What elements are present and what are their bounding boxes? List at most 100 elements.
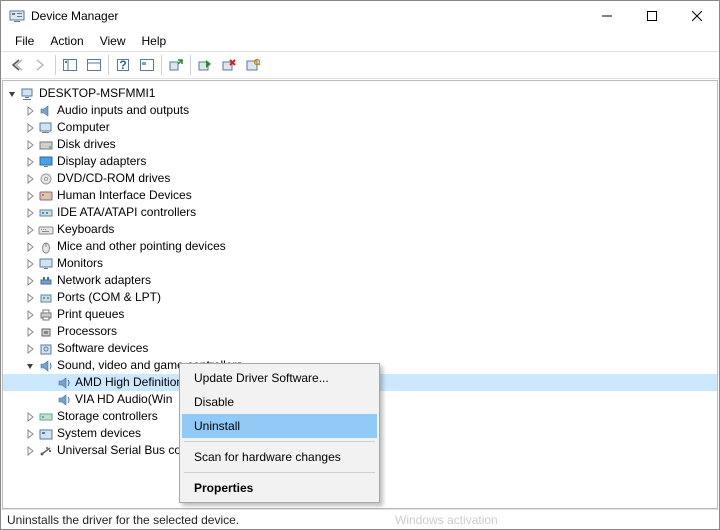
maximize-button[interactable] (629, 1, 674, 31)
enable-device-icon[interactable] (193, 54, 217, 76)
menu-action[interactable]: Action (42, 32, 91, 50)
tree-category[interactable]: Audio inputs and outputs (3, 102, 717, 119)
menu-item-uninstall[interactable]: Uninstall (182, 414, 377, 438)
menu-item-update-driver[interactable]: Update Driver Software... (182, 366, 377, 390)
close-button[interactable] (674, 1, 719, 31)
tree-category[interactable]: Human Interface Devices (3, 187, 717, 204)
collapse-arrow-icon[interactable] (25, 360, 37, 372)
context-menu: Update Driver Software... Disable Uninst… (179, 363, 380, 503)
speaker-icon (56, 375, 72, 391)
tree-item-label: Human Interface Devices (57, 187, 192, 204)
arrow-spacer (43, 377, 55, 389)
toolbar-icon[interactable] (135, 54, 159, 76)
tree-item-label: VIA HD Audio(Win (75, 391, 172, 408)
tree-category[interactable]: Disk drives (3, 136, 717, 153)
usb-icon (38, 443, 54, 459)
tree-category[interactable]: Computer (3, 119, 717, 136)
tree-category[interactable]: Processors (3, 323, 717, 340)
title-bar: Device Manager (1, 1, 719, 31)
computer-icon (38, 120, 54, 136)
tree-item-label: DVD/CD-ROM drives (57, 170, 170, 187)
net-icon (38, 273, 54, 289)
tree-item-label: Audio inputs and outputs (57, 102, 189, 119)
uninstall-device-icon[interactable] (217, 54, 241, 76)
window-controls (584, 1, 719, 31)
printer-icon (38, 307, 54, 323)
expand-arrow-icon[interactable] (25, 309, 37, 321)
svg-text:?: ? (119, 58, 126, 72)
tree-category[interactable]: Mice and other pointing devices (3, 238, 717, 255)
display-icon (38, 154, 54, 170)
tree-item-label: Monitors (57, 255, 103, 272)
expand-arrow-icon[interactable] (25, 258, 37, 270)
help-button[interactable]: ? (111, 54, 135, 76)
back-button[interactable] (5, 54, 29, 76)
menu-separator (184, 472, 375, 473)
tree-item-label: Universal Serial Bus co (57, 442, 181, 459)
expand-arrow-icon[interactable] (25, 275, 37, 287)
disk-icon (38, 137, 54, 153)
status-text: Uninstalls the driver for the selected d… (7, 513, 239, 527)
sys-icon (38, 426, 54, 442)
tree-item-label: DESKTOP-MSFMMI1 (39, 85, 155, 102)
expand-arrow-icon[interactable] (25, 428, 37, 440)
expand-arrow-icon[interactable] (25, 156, 37, 168)
menu-item-properties[interactable]: Properties (182, 476, 377, 500)
tree-item-label: Disk drives (57, 136, 116, 153)
tree-category[interactable]: Ports (COM & LPT) (3, 289, 717, 306)
tree-root[interactable]: DESKTOP-MSFMMI1 (3, 85, 717, 102)
forward-button[interactable] (29, 54, 53, 76)
menu-view[interactable]: View (92, 32, 134, 50)
tree-category[interactable]: IDE ATA/ATAPI controllers (3, 204, 717, 221)
menu-item-scan-hardware[interactable]: Scan for hardware changes (182, 445, 377, 469)
tree-category[interactable]: DVD/CD-ROM drives (3, 170, 717, 187)
status-ghost-text: Windows activation (395, 513, 498, 527)
menu-item-disable[interactable]: Disable (182, 390, 377, 414)
tree-category[interactable]: Display adapters (3, 153, 717, 170)
expand-arrow-icon[interactable] (25, 224, 37, 236)
ide-icon (38, 205, 54, 221)
show-hide-tree-button[interactable] (58, 54, 82, 76)
window-title: Device Manager (31, 9, 584, 23)
menu-bar: File Action View Help (1, 31, 719, 51)
expand-arrow-icon[interactable] (25, 122, 37, 134)
speaker-icon (38, 358, 54, 374)
storage-icon (38, 409, 54, 425)
expand-arrow-icon[interactable] (25, 411, 37, 423)
collapse-arrow-icon[interactable] (7, 88, 19, 100)
toolbar: ? (1, 51, 719, 79)
expand-arrow-icon[interactable] (25, 326, 37, 338)
expand-arrow-icon[interactable] (25, 292, 37, 304)
expand-arrow-icon[interactable] (25, 190, 37, 202)
hid-icon (38, 188, 54, 204)
scan-hardware-icon[interactable] (241, 54, 265, 76)
minimize-button[interactable] (584, 1, 629, 31)
tree-item-label: IDE ATA/ATAPI controllers (57, 204, 196, 221)
expand-arrow-icon[interactable] (25, 241, 37, 253)
tree-item-label: Ports (COM & LPT) (57, 289, 161, 306)
expand-arrow-icon[interactable] (25, 139, 37, 151)
tree-item-label: Software devices (57, 340, 148, 357)
tree-category[interactable]: Print queues (3, 306, 717, 323)
menu-help[interactable]: Help (134, 32, 175, 50)
menu-file[interactable]: File (7, 32, 42, 50)
expand-arrow-icon[interactable] (25, 343, 37, 355)
dvd-icon (38, 171, 54, 187)
expand-arrow-icon[interactable] (25, 207, 37, 219)
tree-item-label: Keyboards (57, 221, 114, 238)
audio-icon (38, 103, 54, 119)
expand-arrow-icon[interactable] (25, 445, 37, 457)
proc-icon (38, 324, 54, 340)
tree-item-label: Print queues (57, 306, 124, 323)
tree-category[interactable]: Network adapters (3, 272, 717, 289)
toolbar-icon[interactable] (82, 54, 106, 76)
tree-category[interactable]: Keyboards (3, 221, 717, 238)
update-driver-icon[interactable] (164, 54, 188, 76)
tree-category[interactable]: Monitors (3, 255, 717, 272)
port-icon (38, 290, 54, 306)
menu-separator (184, 441, 375, 442)
expand-arrow-icon[interactable] (25, 173, 37, 185)
expand-arrow-icon[interactable] (25, 105, 37, 117)
speaker-icon (56, 392, 72, 408)
tree-category[interactable]: Software devices (3, 340, 717, 357)
